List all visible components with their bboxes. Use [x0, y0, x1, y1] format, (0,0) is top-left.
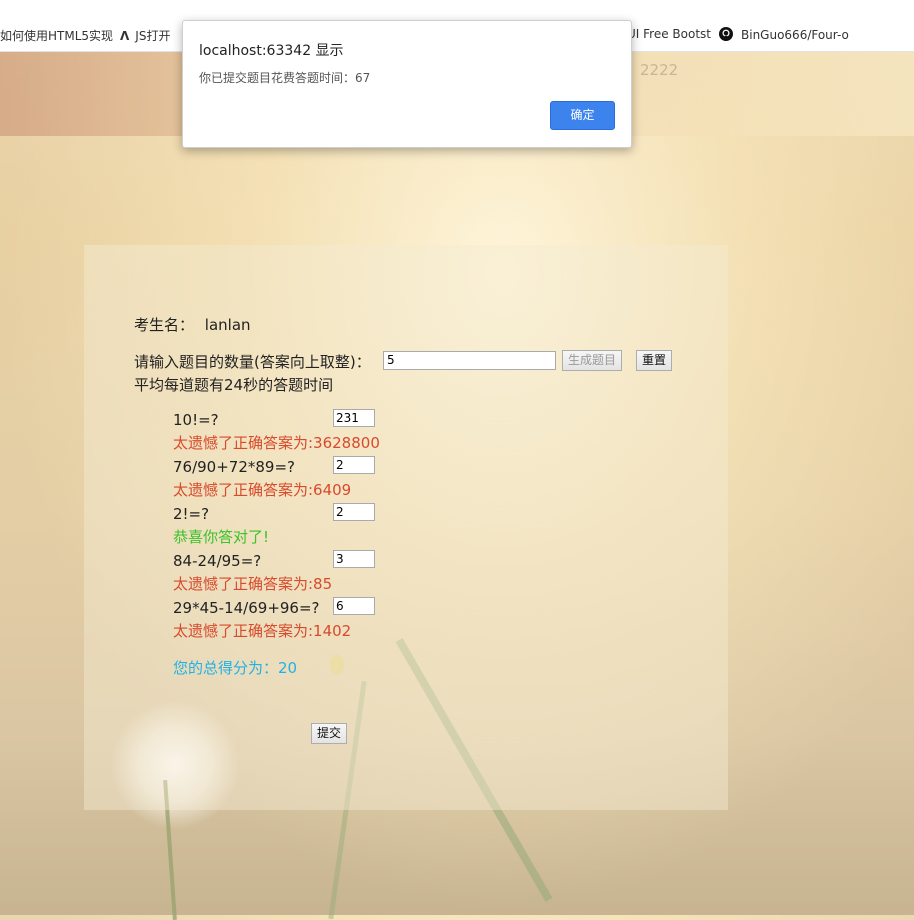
student-label: 考生名： — [134, 316, 195, 334]
bookmark-label: BinGuo666/Four-o — [741, 28, 849, 42]
bookmark-item[interactable]: UI Free Bootst — [627, 27, 711, 41]
question-expression: 84-24/95=? — [173, 552, 262, 570]
dialog-title: localhost:63342 显示 — [199, 43, 344, 59]
question-count-input[interactable]: 5 — [383, 351, 556, 370]
bookmark-item[interactable]: BinGuo666/Four-o — [719, 27, 849, 42]
bookmark-label: UI Free Bootst — [627, 27, 711, 41]
submit-button[interactable]: 提交 — [311, 723, 348, 744]
link-icon: ᐱ — [120, 29, 130, 43]
answer-result: 恭喜你答对了! — [173, 528, 270, 546]
question-expression: 29*45-14/69+96=? — [173, 599, 320, 617]
github-icon — [719, 27, 733, 41]
answer-input[interactable]: 3 — [333, 550, 375, 568]
bookmark-item[interactable]: 如何使用HTML5实现 — [0, 27, 113, 44]
question-expression: 10!=? — [173, 411, 219, 429]
answer-result: 太遗憾了正确答案为:3628800 — [173, 434, 380, 452]
dialog-message: 你已提交题目花费答题时间：67 — [199, 71, 371, 85]
answer-result: 太遗憾了正确答案为:6409 — [173, 481, 352, 499]
generate-button[interactable]: 生成题目 — [562, 350, 623, 371]
bookmark-label: 如何使用HTML5实现 — [0, 29, 114, 43]
answer-result: 太遗憾了正确答案为:1402 — [173, 622, 352, 640]
answer-input[interactable]: 6 — [333, 597, 375, 615]
answer-input[interactable]: 2 — [333, 456, 375, 474]
answer-input[interactable]: 231 — [333, 409, 375, 427]
header-number: 2222 — [640, 61, 679, 79]
dialog-ok-button[interactable]: 确定 — [550, 101, 615, 130]
alert-dialog: localhost:63342 显示 你已提交题目花费答题时间：67 确定 — [182, 20, 632, 148]
student-name: lanlan — [204, 316, 251, 334]
bookmark-label: JS打开 — [135, 29, 171, 43]
answer-input[interactable]: 2 — [333, 503, 375, 521]
question-expression: 2!=? — [173, 505, 210, 523]
student-name-row: 考生名： lanlan — [134, 314, 251, 335]
question-expression: 76/90+72*89=? — [173, 458, 295, 476]
count-prompt: 请输入题目的数量(答案向上取整)： — [134, 353, 371, 371]
total-score: 您的总得分为：20 — [173, 659, 298, 677]
answer-result: 太遗憾了正确答案为:85 — [173, 575, 333, 593]
time-note: 平均每道题有24秒的答题时间 — [134, 376, 334, 394]
bookmark-item[interactable]: ᐱ JS打开 — [120, 27, 170, 44]
reset-button[interactable]: 重置 — [636, 350, 673, 371]
browser-top-strip — [0, 0, 914, 18]
